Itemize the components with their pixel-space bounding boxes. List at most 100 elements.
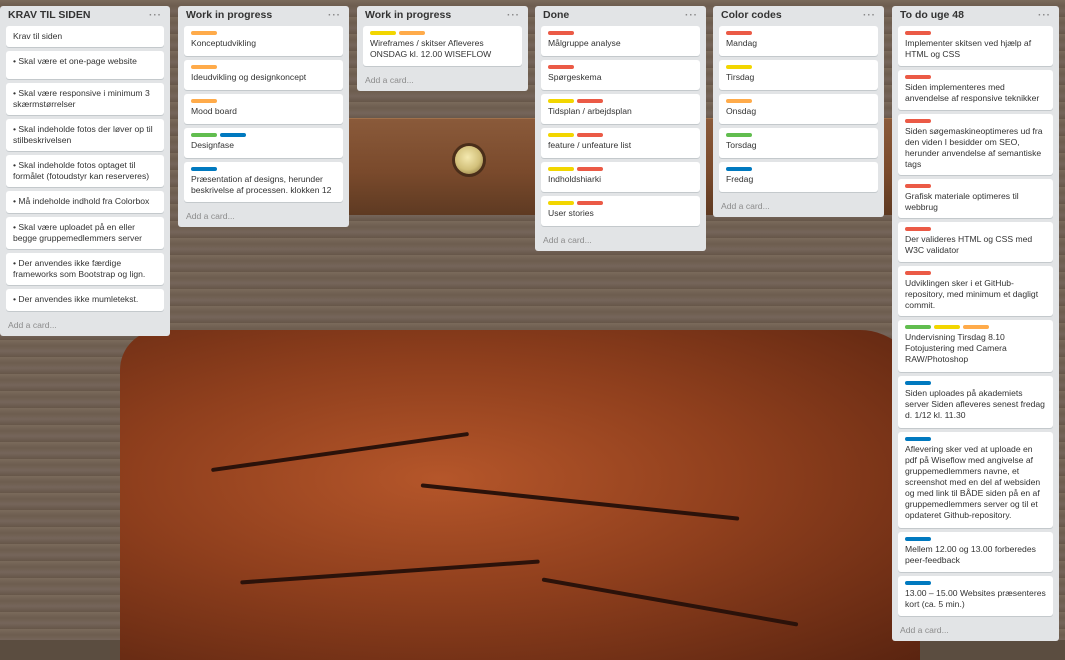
list-header[interactable]: To do uge 48 ··· [898,6,1053,24]
list-title[interactable]: Color codes [721,9,782,21]
background-peg [455,146,483,174]
label-blue [905,381,931,385]
list-header[interactable]: Color codes ··· [719,6,878,24]
card[interactable]: Konceptudvikling [184,26,343,56]
label-red [905,31,931,35]
card[interactable]: • Der anvendes ikke mumletekst. [6,289,164,311]
card-list: Målgruppe analyse Spørgeskema Tidsplan / a… [541,24,700,226]
card[interactable]: Implementer skitsen ved hjælp af HTML og… [898,26,1053,66]
list-header[interactable]: Work in progress ··· [184,6,343,24]
card[interactable]: Mood board [184,94,343,124]
card[interactable]: Siden implementeres med anvendelse af re… [898,70,1053,110]
label-red [905,119,931,123]
card-labels [548,133,693,137]
card-labels [191,31,336,35]
list-title[interactable]: KRAV TIL SIDEN [8,9,90,21]
card-title: • Skal indeholde fotos der løver op til … [13,124,153,145]
label-yellow [370,31,396,35]
card[interactable]: Grafisk materiale optimeres til webbrug [898,179,1053,218]
card-title: Indholdshiarki [548,174,602,184]
card[interactable]: Onsdag [719,94,878,124]
label-green [191,133,217,137]
card[interactable]: Krav til siden [6,26,164,47]
label-yellow [548,99,574,103]
add-card-button[interactable]: Add a card... [363,70,522,91]
card[interactable]: • Må indeholde indhold fra Colorbox [6,191,164,213]
card-title: feature / unfeature list [548,140,632,150]
card[interactable]: • Skal indeholde fotos der løver op til … [6,119,164,151]
add-card-button[interactable]: Add a card... [184,206,343,227]
ellipsis-icon[interactable]: ··· [685,10,698,21]
add-card-button[interactable]: Add a card... [541,230,700,251]
label-red [905,184,931,188]
card-title: Udviklingen sker i et GitHub-repository,… [905,278,1039,310]
card[interactable]: Torsdag [719,128,878,158]
label-orange [191,65,217,69]
card-title: • Der anvendes ikke mumletekst. [13,294,139,304]
label-orange [191,31,217,35]
card[interactable]: • Skal være et one-page website [6,51,164,79]
card-labels [191,167,336,171]
card[interactable]: feature / unfeature list [541,128,700,158]
card[interactable]: Siden søgemaskineoptimeres ud fra den vi… [898,114,1053,175]
card-title: Mellem 12.00 og 13.00 forberedes peer-fe… [905,544,1036,565]
list-header[interactable]: KRAV TIL SIDEN ··· [6,6,164,24]
card-labels [548,65,693,69]
list-title[interactable]: Work in progress [365,9,451,21]
card-title: Ideudvikling og designkoncept [191,72,307,82]
list-6[interactable]: To do uge 48 ··· Implementer skitsen ved h… [892,6,1059,641]
ellipsis-icon[interactable]: ··· [863,10,876,21]
ellipsis-icon[interactable]: ··· [507,10,520,21]
card[interactable]: Undervisning Tirsdag 8.10 Fotojustering … [898,320,1053,372]
add-card-button[interactable]: Add a card... [6,315,164,336]
card-title: • Skal være et one-page website [13,56,137,66]
ellipsis-icon[interactable]: ··· [1038,10,1051,21]
card[interactable]: Tirsdag [719,60,878,90]
list-title[interactable]: Done [543,9,569,21]
list-4[interactable]: Done ··· Målgruppe analyse Spørgeskema Tidsp… [535,6,706,251]
list-header[interactable]: Done ··· [541,6,700,24]
card[interactable]: Indholdshiarki [541,162,700,192]
card[interactable]: • Skal indeholde fotos optaget til formå… [6,155,164,187]
card-title: • Der anvendes ikke færdige frameworks s… [13,258,146,279]
list-2[interactable]: Work in progress ··· Konceptudvikling Ideud… [178,6,349,227]
label-red [548,31,574,35]
ellipsis-icon[interactable]: ··· [328,10,341,21]
card[interactable]: Designfase [184,128,343,158]
add-card-button[interactable]: Add a card... [898,620,1053,641]
add-card-button[interactable]: Add a card... [719,196,878,217]
list-3[interactable]: Work in progress ··· Wireframes / skitser … [357,6,528,91]
card[interactable]: User stories [541,196,700,226]
card-title: Implementer skitsen ved hjælp af HTML og… [905,38,1032,59]
card[interactable]: Fredag [719,162,878,192]
card[interactable]: Ideudvikling og designkoncept [184,60,343,90]
card[interactable]: Der valideres HTML og CSS med W3C valida… [898,222,1053,262]
label-blue [191,167,217,171]
card[interactable]: Tidsplan / arbejdsplan [541,94,700,124]
card-labels [726,167,871,171]
label-red [577,99,603,103]
card[interactable]: Mellem 12.00 og 13.00 forberedes peer-fe… [898,532,1053,572]
card[interactable]: Spørgeskema [541,60,700,90]
card-labels [726,99,871,103]
list-header[interactable]: Work in progress ··· [363,6,522,24]
card[interactable]: 13.00 – 15.00 Websites præsenteres kort … [898,576,1053,616]
list-title[interactable]: Work in progress [186,9,272,21]
card[interactable]: Mandag [719,26,878,56]
ellipsis-icon[interactable]: ··· [149,10,162,21]
card[interactable]: Wireframes / skitser Afleveres ONSDAG kl… [363,26,522,66]
card-title: Præsentation af designs, herunder beskri… [191,174,332,195]
card[interactable]: • Skal være responsive i minimum 3 skærm… [6,83,164,115]
list-1[interactable]: KRAV TIL SIDEN ··· Krav til siden • Skal væ… [0,6,170,336]
card-title: Mandag [726,38,758,48]
label-red [577,133,603,137]
card[interactable]: Præsentation af designs, herunder beskri… [184,162,343,202]
card[interactable]: • Der anvendes ikke færdige frameworks s… [6,253,164,285]
card[interactable]: • Skal være uploadet på en eller begge g… [6,217,164,249]
card[interactable]: Målgruppe analyse [541,26,700,56]
card[interactable]: Udviklingen sker i et GitHub-repository,… [898,266,1053,316]
list-5[interactable]: Color codes ··· Mandag Tirsdag Onsdag Torsdag… [713,6,884,217]
list-title[interactable]: To do uge 48 [900,9,964,21]
card[interactable]: Aflevering sker ved at uploade en pdf på… [898,432,1053,528]
card[interactable]: Siden uploades på akademiets server Side… [898,376,1053,428]
